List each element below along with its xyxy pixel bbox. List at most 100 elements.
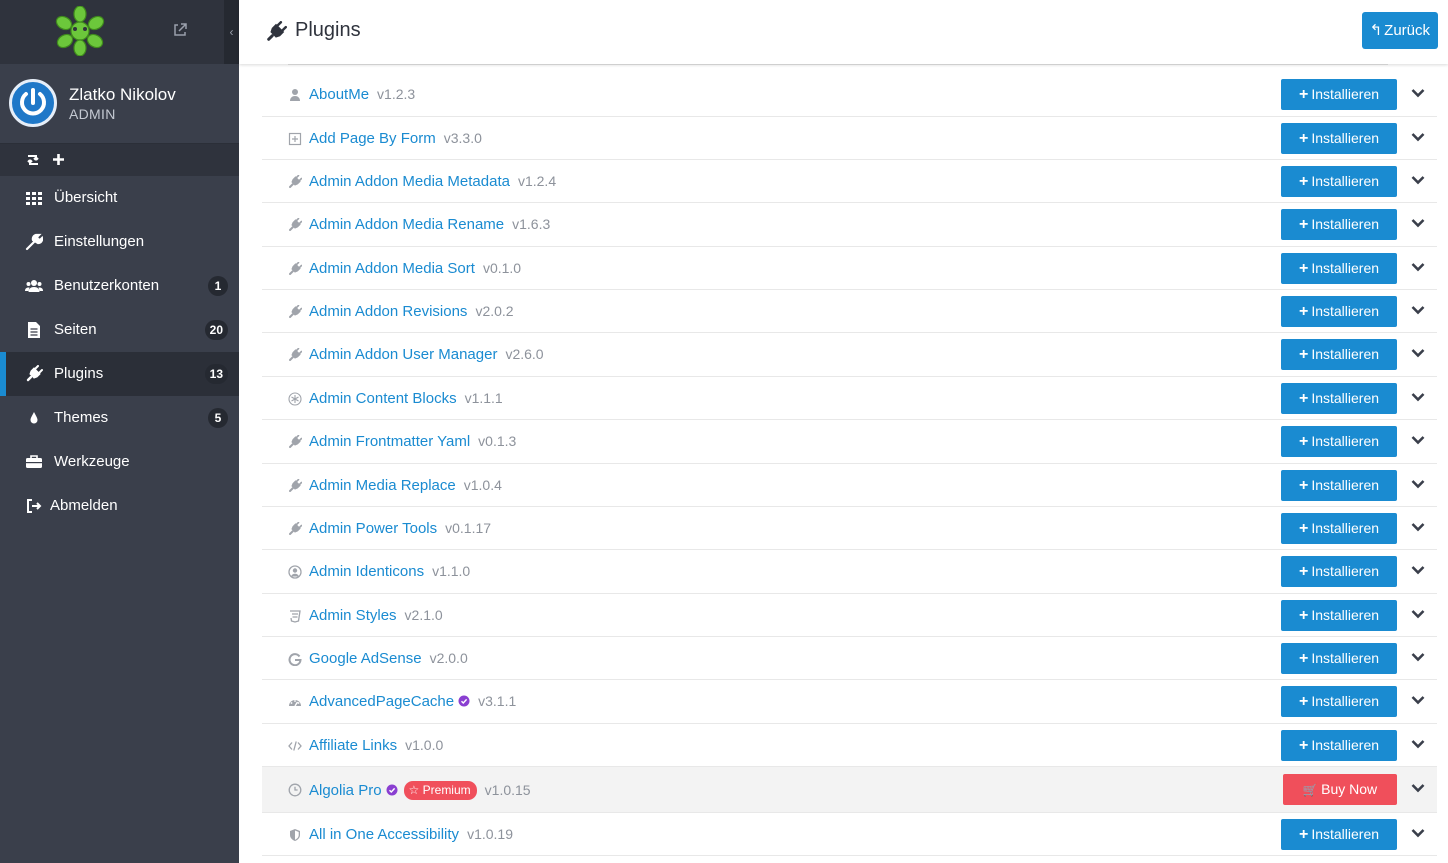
install-button[interactable]: + Installieren [1281, 819, 1397, 850]
grav-logo[interactable] [55, 6, 105, 56]
premium-label: Premium [422, 783, 471, 797]
install-button[interactable]: + Installieren [1281, 166, 1397, 197]
chevron-down-icon[interactable] [1411, 132, 1425, 142]
sidebar-item-benutzerkonten[interactable]: Benutzerkonten 1 [0, 264, 239, 308]
premium-badge: ☆ Premium [403, 781, 477, 800]
sidebar-item-einstellungen[interactable]: Einstellungen [0, 220, 239, 264]
google-icon [288, 653, 302, 666]
plus-icon: + [1298, 563, 1309, 580]
plugin-name-link[interactable]: Admin Addon Revisions v2.0.2 [309, 303, 514, 320]
chevron-down-icon[interactable] [1411, 695, 1425, 705]
plugin-name: Admin Addon Media Rename [309, 216, 505, 233]
plug-icon [289, 218, 302, 231]
plugin-name: Add Page By Form [309, 130, 436, 147]
sidebar-item-seiten[interactable]: Seiten 20 [0, 308, 239, 352]
install-button[interactable]: + Installieren [1281, 383, 1397, 414]
plugin-name-link[interactable]: Google AdSense v2.0.0 [309, 650, 468, 667]
chevron-down-icon[interactable] [1411, 218, 1425, 228]
chevron-down-icon[interactable] [1411, 565, 1425, 575]
plugin-version: v1.0.0 [405, 737, 444, 753]
sidebar-nav: Übersicht Einstellungen Benutzerkonten 1… [0, 176, 239, 528]
install-button[interactable]: + Installieren [1281, 253, 1397, 284]
plugin-name-link[interactable]: Algolia Pro ☆ Premium v1.0.15 [309, 781, 531, 800]
external-link-icon[interactable] [172, 22, 188, 38]
install-button[interactable]: + Installieren [1281, 730, 1397, 761]
install-button[interactable]: + Installieren [1281, 296, 1397, 327]
sidebar-item-plugins[interactable]: Plugins 13 [0, 352, 239, 396]
chevron-down-icon[interactable] [1411, 175, 1425, 185]
plus-icon: + [1298, 433, 1309, 450]
count-badge: 1 [208, 276, 228, 296]
chevron-down-icon[interactable] [1411, 435, 1425, 445]
chevron-down-icon[interactable] [1411, 88, 1425, 98]
plugin-name-link[interactable]: Admin Content Blocks v1.1.1 [309, 390, 503, 407]
plugin-name-link[interactable]: Admin Styles v2.1.0 [309, 607, 443, 624]
back-button-label: Zurück [1384, 22, 1430, 39]
retweet-icon[interactable] [25, 153, 41, 167]
plugin-name-link[interactable]: Admin Addon Media Metadata v1.2.4 [309, 173, 556, 190]
chevron-down-icon[interactable] [1411, 392, 1425, 402]
install-button[interactable]: + Installieren [1281, 513, 1397, 544]
plugin-version: v1.0.19 [467, 826, 513, 842]
plugin-name-link[interactable]: Admin Power Tools v0.1.17 [309, 520, 491, 537]
plugin-name-link[interactable]: Admin Addon User Manager v2.6.0 [309, 346, 544, 363]
chevron-down-icon[interactable] [1411, 348, 1425, 358]
chevron-down-icon[interactable] [1411, 739, 1425, 749]
install-button[interactable]: + Installieren [1281, 556, 1397, 587]
plus-icon: + [1298, 173, 1309, 190]
sidebar-item-abmelden[interactable]: Abmelden [0, 484, 239, 528]
plus-icon: + [1298, 260, 1309, 277]
plus-icon: + [1298, 737, 1309, 754]
shield-icon [290, 829, 300, 841]
star-icon: ☆ [408, 783, 423, 797]
plugin-name-link[interactable]: Add Page By Form v3.3.0 [309, 130, 482, 147]
avatar[interactable] [9, 79, 57, 127]
chevron-down-icon[interactable] [1411, 652, 1425, 662]
install-button[interactable]: + Installieren [1281, 123, 1397, 154]
plugin-name-link[interactable]: Affiliate Links v1.0.0 [309, 737, 443, 754]
verified-badge-icon [458, 695, 470, 707]
divider [288, 64, 1388, 65]
plugin-name-link[interactable]: Admin Media Replace v1.0.4 [309, 477, 502, 494]
back-button[interactable]: ↰ Zurück [1361, 12, 1438, 49]
plugin-name-link[interactable]: AdvancedPageCache v3.1.1 [309, 693, 516, 710]
plugin-version: v1.0.4 [463, 477, 502, 493]
plugin-name-link[interactable]: Admin Addon Media Sort v0.1.0 [309, 260, 521, 277]
plugin-name-link[interactable]: Admin Frontmatter Yaml v0.1.3 [309, 433, 516, 450]
css3-icon [290, 610, 301, 623]
buy-now-button[interactable]: 🛒 Buy Now [1283, 774, 1397, 805]
chevron-down-icon[interactable] [1411, 305, 1425, 315]
chevron-down-icon[interactable] [1411, 479, 1425, 489]
sidebar-item-label: Abmelden [50, 497, 118, 514]
plugin-name-link[interactable]: AboutMe v1.2.3 [309, 86, 415, 103]
plugin-row: Admin Addon Media Metadata v1.2.4 + Install… [262, 160, 1437, 203]
install-button[interactable]: + Installieren [1281, 686, 1397, 717]
install-label: Installieren [1311, 693, 1380, 709]
sidebar-item-werkzeuge[interactable]: Werkzeuge [0, 440, 239, 484]
install-button[interactable]: + Installieren [1281, 339, 1397, 370]
chevron-down-icon[interactable] [1411, 262, 1425, 272]
sidebar-item-themes[interactable]: Themes 5 [0, 396, 239, 440]
sidebar-item-uebersicht[interactable]: Übersicht [0, 176, 239, 220]
chevron-down-icon[interactable] [1411, 609, 1425, 619]
plugin-name: Google AdSense [309, 650, 422, 667]
install-button[interactable]: + Installieren [1281, 470, 1397, 501]
install-label: Installieren [1311, 260, 1380, 276]
install-button[interactable]: + Installieren [1281, 79, 1397, 110]
plugin-name: Admin Addon Media Metadata [309, 173, 510, 190]
plugin-name-link[interactable]: Admin Identicons v1.1.0 [309, 563, 470, 580]
install-button[interactable]: + Installieren [1281, 426, 1397, 457]
plug-icon [267, 21, 287, 41]
plugin-name-link[interactable]: All in One Accessibility v1.0.19 [309, 826, 513, 843]
install-label: Installieren [1311, 737, 1380, 753]
install-label: Installieren [1311, 477, 1380, 493]
install-button[interactable]: + Installieren [1281, 643, 1397, 674]
install-button[interactable]: + Installieren [1281, 209, 1397, 240]
chevron-down-icon[interactable] [1411, 522, 1425, 532]
chevron-down-icon[interactable] [1411, 828, 1425, 838]
add-icon[interactable] [52, 153, 65, 166]
plugin-name-link[interactable]: Admin Addon Media Rename v1.6.3 [309, 216, 550, 233]
chevron-down-icon[interactable] [1411, 783, 1425, 793]
sidebar-collapse-handle[interactable]: ‹ [224, 0, 239, 64]
install-button[interactable]: + Installieren [1281, 600, 1397, 631]
